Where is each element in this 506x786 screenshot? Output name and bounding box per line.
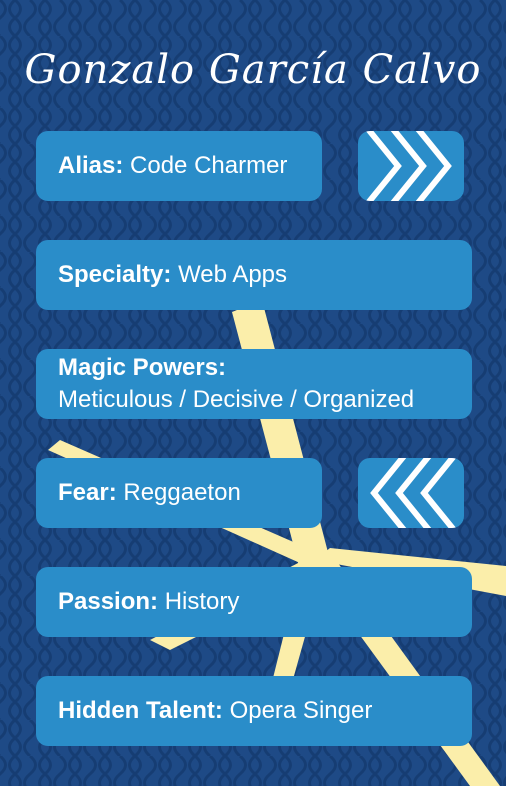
chevrons-right-icon — [365, 131, 452, 201]
page-title: Gonzalo García Calvo — [24, 47, 482, 93]
magic-powers-value: Meticulous / Decisive / Organized — [58, 386, 415, 413]
magic-powers-label: Magic Powers: — [58, 354, 227, 381]
chevrons-left-icon — [370, 458, 457, 528]
card-alias: Alias: Code Charmer — [36, 131, 322, 201]
card-specialty: Specialty: Web Apps — [36, 240, 472, 310]
card-hidden-talent: Hidden Talent: Opera Singer — [36, 676, 472, 746]
card-magic-powers: Magic Powers: Meticulous / Decisive / Or… — [36, 349, 472, 419]
specialty-value: Web Apps — [178, 261, 288, 288]
specialty-label: Specialty: — [58, 261, 172, 288]
hidden-talent-label: Hidden Talent: — [58, 697, 223, 724]
chevrons-right-box — [358, 131, 464, 201]
alias-value: Code Charmer — [130, 152, 288, 179]
fear-value: Reggaeton — [123, 479, 241, 506]
fear-label: Fear: — [58, 479, 117, 506]
hidden-talent-value: Opera Singer — [229, 697, 373, 724]
card-passion: Passion: History — [36, 567, 472, 637]
card-fear: Fear: Reggaeton — [36, 458, 322, 528]
chevrons-left-box — [358, 458, 464, 528]
alias-label: Alias: — [58, 152, 124, 179]
passion-label: Passion: — [58, 588, 159, 615]
passion-value: History — [164, 588, 240, 615]
